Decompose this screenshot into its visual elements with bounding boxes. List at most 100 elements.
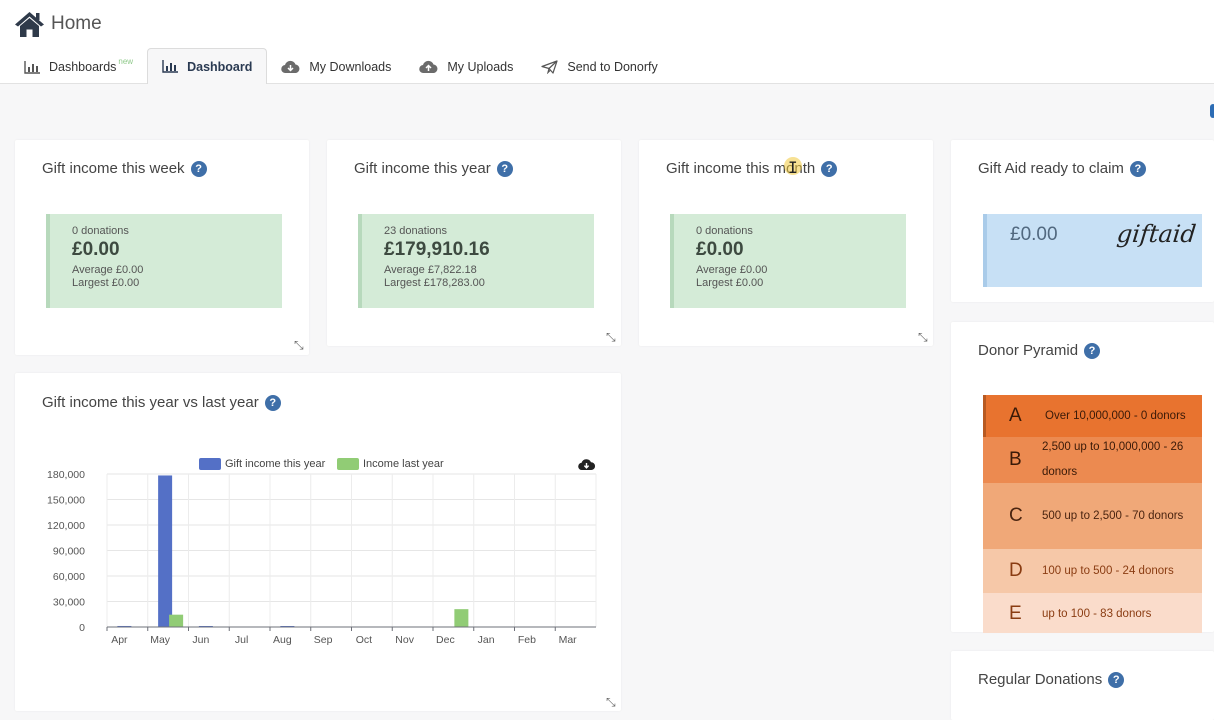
- widget-title-text: Donor Pyramid: [978, 342, 1079, 359]
- help-icon[interactable]: ?: [821, 160, 838, 177]
- pyramid-letter: E: [1009, 603, 1022, 624]
- largest-value: Largest £0.00: [72, 277, 140, 289]
- widget-title: Gift income this week ?: [42, 160, 207, 177]
- resize-handle-icon[interactable]: ⤡: [606, 330, 616, 345]
- pyramid-letter: D: [1009, 560, 1023, 581]
- income-amount: £0.00: [696, 239, 744, 260]
- legend-swatch: [337, 458, 359, 470]
- cloud-upload-icon: [419, 60, 438, 74]
- y-tick-label: 0: [79, 622, 85, 634]
- pyramid-text: Over 10,000,000 - 0 donors: [1045, 409, 1186, 422]
- widget-title-text: Gift income this year: [354, 160, 491, 177]
- pyramid-letter: C: [1009, 505, 1023, 526]
- largest-value: Largest £178,283.00: [384, 277, 485, 289]
- widget-title: Donor Pyramid ?: [978, 342, 1101, 359]
- stat-box: 23 donations £179,910.16 Average £7,822.…: [358, 214, 594, 308]
- y-tick-label: 150,000: [47, 495, 85, 507]
- x-tick-label: Mar: [559, 634, 578, 646]
- help-icon[interactable]: ?: [1108, 671, 1125, 688]
- y-tick-label: 30,000: [53, 597, 85, 609]
- bar-chart-icon: [162, 60, 179, 73]
- bar-may-series-1: [169, 614, 184, 627]
- help-icon[interactable]: ?: [1129, 160, 1146, 177]
- donation-count: 0 donations: [72, 225, 129, 237]
- gift-aid-amount: £0.00: [1010, 224, 1058, 245]
- home-link[interactable]: Home: [14, 10, 102, 38]
- legend-label: Gift income this year: [225, 458, 326, 470]
- donation-count: 0 donations: [696, 225, 753, 237]
- widget-title-text: Gift Aid ready to claim: [978, 160, 1124, 177]
- tab-dashboards[interactable]: Dashboards new: [10, 50, 147, 84]
- resize-handle-icon[interactable]: ⤡: [918, 330, 928, 345]
- home-icon: [15, 12, 44, 37]
- widget-donor-pyramid: Donor Pyramid ? A Over 10,000,000 - 0 don…: [951, 322, 1214, 633]
- widget-regular-donations: Regular Donations ?: [951, 651, 1214, 720]
- bar-may-series-0: [158, 475, 173, 627]
- y-tick-label: 90,000: [53, 546, 85, 558]
- income-bar-chart: 0 30,000 60,000 90,000 120,000 150,000 180,000…: [47, 458, 597, 646]
- tab-dashboard[interactable]: Dashboard: [147, 48, 268, 84]
- legend-swatch: [199, 458, 221, 470]
- average-value: Average £0.00: [696, 264, 768, 276]
- scroll-indicator[interactable]: [1210, 104, 1214, 118]
- pyramid-text: 2,500 up to 10,000,000 - 26 donors: [1042, 441, 1184, 478]
- widget-title: Gift Aid ready to claim ?: [978, 160, 1146, 177]
- pyramid-text: up to 100 - 83 donors: [1042, 607, 1152, 620]
- average-value: Average £7,822.18: [384, 264, 477, 276]
- help-icon[interactable]: ?: [190, 160, 207, 177]
- help-icon[interactable]: ?: [1084, 342, 1101, 359]
- x-tick-label: Jan: [478, 634, 495, 646]
- widget-gift-income-week: Gift income this week ? 0 donations £0.0…: [15, 140, 309, 355]
- pyramid-row-a: A Over 10,000,000 - 0 donors: [983, 395, 1202, 437]
- x-tick-label: Jun: [192, 634, 209, 646]
- tab-send-to-donorfy[interactable]: Send to Donorfy: [527, 50, 671, 84]
- pyramid-row-d: D 100 up to 500 - 24 donors: [983, 549, 1202, 593]
- donation-count: 23 donations: [384, 225, 447, 237]
- page-title: Home: [51, 13, 102, 34]
- largest-value: Largest £0.00: [696, 277, 764, 289]
- tab-label: My Uploads: [447, 60, 514, 74]
- pyramid-text: 100 up to 500 - 24 donors: [1042, 564, 1174, 577]
- pyramid-row-c: C 500 up to 2,500 - 70 donors: [983, 483, 1202, 549]
- x-tick-label: Dec: [436, 634, 455, 646]
- widget-gift-income-year: Gift income this year ? 23 donations £17…: [327, 140, 621, 346]
- y-tick-label: 180,000: [47, 469, 85, 481]
- widget-title: Gift income this month ?: [666, 160, 838, 177]
- pyramid-letter: B: [1009, 449, 1022, 470]
- x-tick-label: May: [150, 634, 171, 646]
- widget-title: Regular Donations ?: [978, 671, 1125, 688]
- tab-my-downloads[interactable]: My Downloads: [267, 50, 405, 84]
- legend-label: Income last year: [363, 458, 444, 470]
- stat-box: 0 donations £0.00 Average £0.00 Largest …: [670, 214, 906, 308]
- paper-plane-icon: [541, 60, 558, 74]
- widget-title: Gift income this year ?: [354, 160, 513, 177]
- x-tick-label: Oct: [356, 634, 372, 646]
- gift-aid-box: £0.00 giftaid: [983, 214, 1202, 287]
- new-badge: new: [118, 56, 134, 66]
- bar-chart-icon: [24, 60, 40, 74]
- widget-gift-aid: Gift Aid ready to claim ? £0.00 giftaid: [951, 140, 1214, 302]
- tab-label: Dashboard: [187, 59, 253, 74]
- income-amount: £179,910.16: [384, 239, 490, 260]
- tab-label: Send to Donorfy: [567, 60, 658, 74]
- tab-label: My Downloads: [309, 60, 392, 74]
- bar-dec-series-1: [454, 609, 469, 627]
- help-icon[interactable]: ?: [496, 160, 513, 177]
- widget-title-text: Gift income this week: [42, 160, 185, 177]
- cloud-download-icon: [281, 60, 300, 74]
- tab-my-uploads[interactable]: My Uploads: [405, 50, 527, 84]
- y-tick-label: 120,000: [47, 520, 85, 532]
- giftaid-logo: giftaid: [1115, 220, 1198, 248]
- stat-box: 0 donations £0.00 Average £0.00 Largest …: [46, 214, 282, 308]
- tab-bar: Dashboards new Dashboard My Downloads My…: [10, 48, 672, 84]
- x-tick-label: Apr: [111, 634, 128, 646]
- pyramid-list: A Over 10,000,000 - 0 donors B 2,500 up to …: [983, 395, 1202, 633]
- x-tick-label: Feb: [518, 634, 536, 646]
- pyramid-row-e: Eup to 100 - 83 donors: [983, 593, 1202, 633]
- top-bar: Home Dashboards new Dashboard My Downloa…: [0, 0, 1214, 84]
- download-chart-icon[interactable]: [578, 459, 596, 471]
- pyramid-row-b: B 2,500 up to 10,000,000 - 26 donors: [983, 437, 1202, 483]
- resize-handle-icon[interactable]: ⤡: [294, 338, 304, 353]
- x-tick-label: Sep: [314, 634, 333, 646]
- resize-handle-icon[interactable]: ⤡: [606, 695, 616, 710]
